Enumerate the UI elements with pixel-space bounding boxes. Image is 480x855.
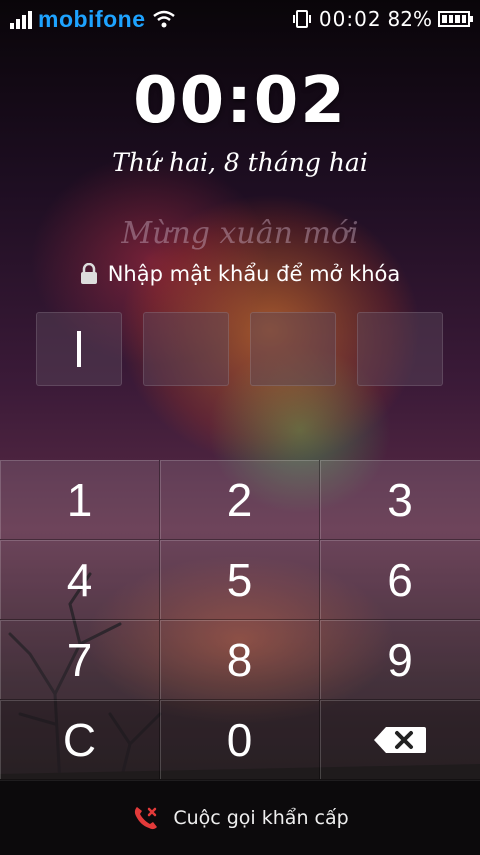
pin-input[interactable] xyxy=(36,312,444,386)
battery-icon xyxy=(438,11,473,27)
battery-percent: 82% xyxy=(387,7,432,31)
key-4[interactable]: 4 xyxy=(0,540,160,620)
key-8[interactable]: 8 xyxy=(160,620,320,700)
greeting-text: Mừng xuân mới xyxy=(121,216,359,251)
backspace-button[interactable] xyxy=(320,700,480,780)
key-9[interactable]: 9 xyxy=(320,620,480,700)
status-bar: mobifone 00:02 82% xyxy=(0,0,480,38)
lock-clock: 00:02 xyxy=(133,64,347,138)
key-0[interactable]: 0 xyxy=(160,700,320,780)
key-7[interactable]: 7 xyxy=(0,620,160,700)
numeric-keypad: 1 2 3 4 5 6 7 8 9 C 0 xyxy=(0,460,480,780)
signal-icon xyxy=(10,9,32,29)
key-clear[interactable]: C xyxy=(0,700,160,780)
key-1[interactable]: 1 xyxy=(0,460,160,540)
vibrate-icon xyxy=(292,10,311,28)
emergency-call-button[interactable]: Cuộc gọi khẩn cấp xyxy=(0,780,480,855)
text-cursor xyxy=(77,331,81,367)
status-time: 00:02 xyxy=(318,7,382,31)
wifi-icon xyxy=(152,10,175,28)
emergency-phone-icon xyxy=(135,807,158,830)
key-5[interactable]: 5 xyxy=(160,540,320,620)
emergency-call-label: Cuộc gọi khẩn cấp xyxy=(173,807,349,829)
pin-digit-1[interactable] xyxy=(36,312,122,386)
unlock-prompt: Nhập mật khẩu để mở khóa xyxy=(0,262,480,286)
key-6[interactable]: 6 xyxy=(320,540,480,620)
key-2[interactable]: 2 xyxy=(160,460,320,540)
unlock-prompt-text: Nhập mật khẩu để mở khóa xyxy=(107,262,401,286)
lock-date: Thứ hai, 8 tháng hai xyxy=(112,148,368,177)
lock-icon xyxy=(80,263,97,284)
carrier-name: mobifone xyxy=(38,5,146,32)
key-3[interactable]: 3 xyxy=(320,460,480,540)
backspace-icon xyxy=(374,726,426,753)
pin-digit-2[interactable] xyxy=(143,312,229,386)
pin-digit-4[interactable] xyxy=(357,312,443,386)
pin-digit-3[interactable] xyxy=(250,312,336,386)
